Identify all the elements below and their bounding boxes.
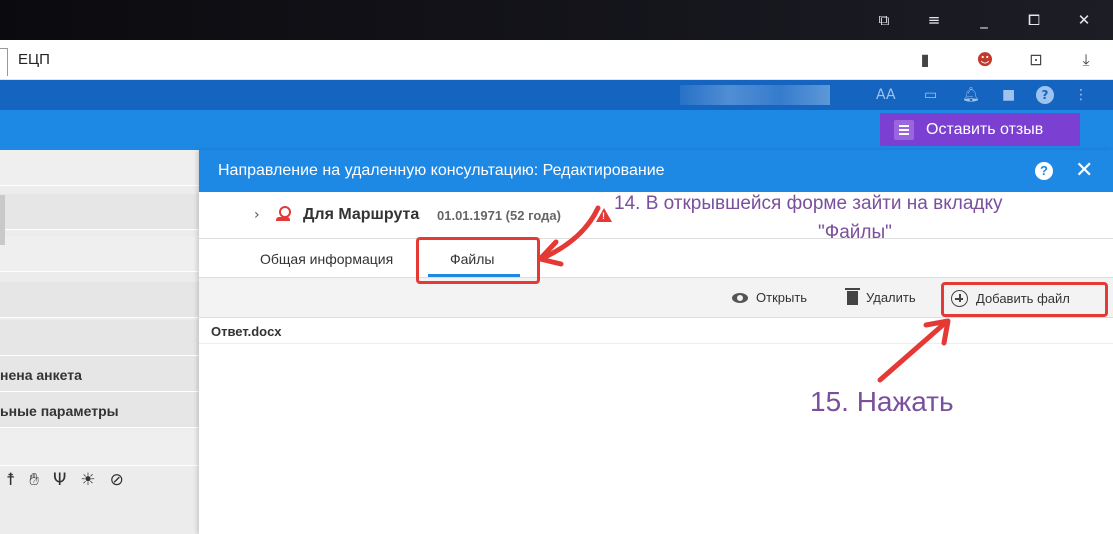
feedback-button-label: Оставить отзыв <box>926 120 1044 138</box>
restore-icon[interactable]: ⧠ <box>1022 8 1046 32</box>
modal-title: Направление на удаленную консультацию: Р… <box>218 162 665 179</box>
left-row[interactable] <box>0 430 199 466</box>
annotation-step-15: 15. Нажать <box>810 386 954 417</box>
warning-icon: ! <box>596 208 612 222</box>
add-file-button-label: Добавить файл <box>976 291 1070 306</box>
fork-knife-icon[interactable]: Ψ <box>53 470 80 490</box>
window-title-bar: ⧉ ≡ _ ⧠ ✕ <box>0 0 1113 40</box>
pill-icon[interactable]: ⊘ <box>110 470 138 490</box>
person-icon <box>276 205 291 223</box>
menu-icon[interactable]: ≡ <box>922 8 946 32</box>
screen: ⧉ ≡ _ ⧠ ✕ ЕЦП ▮ ☻ ⊡ ⤓ AA ▭ 🔔︎ ■ ? ⋮ Оста… <box>0 0 1113 534</box>
add-file-button[interactable]: Добавить файл <box>951 290 1070 307</box>
help-icon[interactable]: ? <box>1035 162 1053 180</box>
left-row[interactable] <box>0 150 199 186</box>
sun-icon[interactable]: ☀ <box>80 470 109 490</box>
patient-birth-date: 01.01.1971 (52 года) <box>437 208 561 223</box>
chevron-right-icon[interactable]: › <box>254 207 260 223</box>
tab-edge <box>0 48 8 76</box>
tab-files[interactable]: Файлы <box>450 251 494 267</box>
open-button[interactable]: Открыть <box>732 290 807 305</box>
file-row[interactable]: Ответ.docx <box>199 318 1113 344</box>
video-icon[interactable]: ■ <box>1002 85 1015 105</box>
extension-icon[interactable]: ☻ <box>974 49 996 71</box>
left-item-params[interactable]: ьные параметры <box>0 403 119 419</box>
close-window-icon[interactable]: ✕ <box>1072 8 1096 32</box>
left-row[interactable] <box>0 282 199 318</box>
feedback-button[interactable]: Оставить отзыв <box>880 113 1080 146</box>
file-name: Ответ.docx <box>211 324 282 339</box>
hand-icon[interactable]: ✋︎ <box>29 470 53 490</box>
download-icon[interactable]: ⤓ <box>1075 49 1097 71</box>
list-icon <box>894 119 914 140</box>
app-top-bar <box>0 80 1113 110</box>
plus-circle-icon <box>951 290 968 307</box>
tab-general-info[interactable]: Общая информация <box>260 251 393 267</box>
annotation-step-14-line1: 14. В открывшейся форме зайти на вкладку <box>614 193 1003 214</box>
left-row[interactable] <box>0 194 199 230</box>
bell-icon[interactable]: 🔔︎ <box>962 85 980 105</box>
card-icon[interactable]: ▭ <box>924 85 937 105</box>
browser-tab-title[interactable]: ЕЦП <box>18 51 50 68</box>
left-scrollbar[interactable] <box>0 195 5 245</box>
files-toolbar: Открыть Удалить Добавить файл <box>199 278 1113 318</box>
minimize-icon[interactable]: _ <box>972 8 996 32</box>
modal-header: Направление на удаленную консультацию: Р… <box>199 150 1113 192</box>
eye-icon <box>732 292 748 303</box>
blurred-user-info <box>680 85 830 105</box>
left-row[interactable] <box>0 320 199 356</box>
reader-icon[interactable]: ⊡ <box>1025 49 1047 71</box>
open-button-label: Открыть <box>756 290 808 305</box>
font-size-icon[interactable]: AA <box>876 85 896 105</box>
help-circle-icon[interactable]: ? <box>1036 86 1054 104</box>
bookmark-icon[interactable]: ▮ <box>914 49 936 71</box>
person-standing-icon[interactable]: ☨ <box>6 470 29 490</box>
tabs-icon[interactable]: ⧉ <box>872 8 896 32</box>
delete-button[interactable]: Удалить <box>845 287 916 305</box>
close-icon[interactable]: ✕ <box>1075 158 1093 184</box>
annotation-step-14-line2: "Файлы" <box>818 222 892 243</box>
active-tab-indicator <box>428 274 520 277</box>
more-vertical-icon[interactable]: ⋮ <box>1074 85 1088 105</box>
left-row[interactable] <box>0 236 199 272</box>
trash-icon <box>845 287 860 305</box>
tabs-row: Общая информация Файлы <box>199 238 1113 278</box>
left-toolbar: ☨✋︎Ψ☀⊘ <box>6 470 138 490</box>
left-item-survey[interactable]: нена анкета <box>0 367 82 383</box>
patient-name: Для Маршрута <box>303 206 420 223</box>
browser-bar: ЕЦП ▮ ☻ ⊡ ⤓ <box>0 40 1113 80</box>
delete-button-label: Удалить <box>866 290 916 305</box>
